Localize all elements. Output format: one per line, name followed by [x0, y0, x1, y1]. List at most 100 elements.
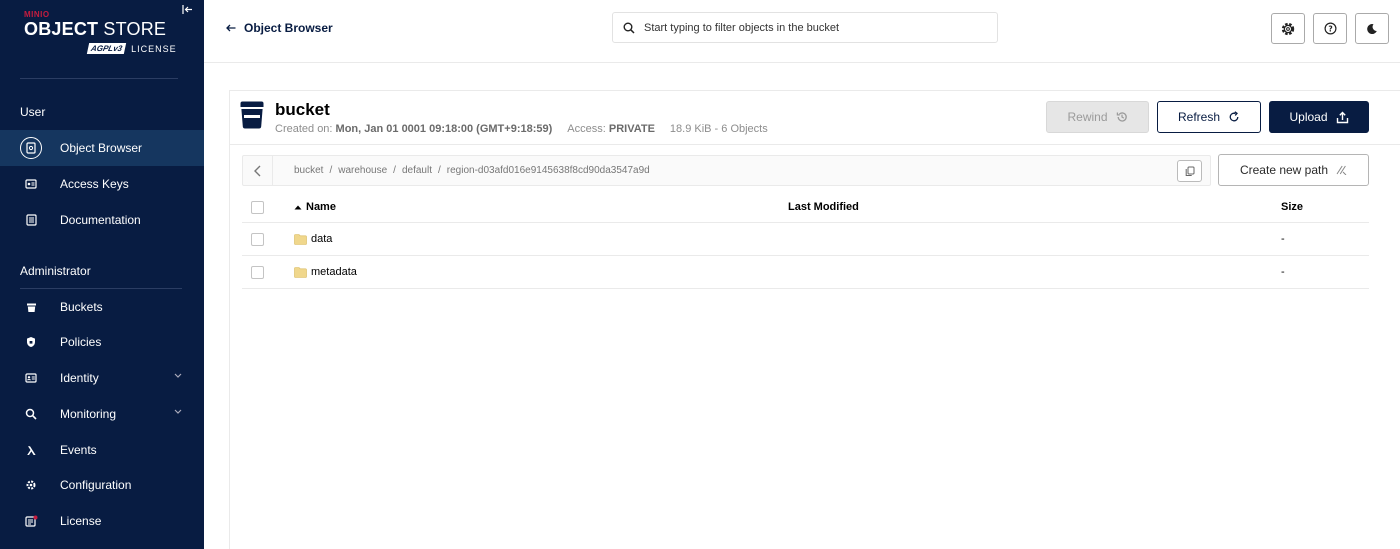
- breadcrumb-item[interactable]: warehouse: [338, 165, 387, 176]
- column-last-modified-header[interactable]: Last Modified: [788, 201, 859, 213]
- sidebar-item-license[interactable]: License: [0, 503, 204, 539]
- brand-name: MINIO: [24, 10, 50, 19]
- help-button[interactable]: ?: [1313, 13, 1347, 44]
- created-value: Mon, Jan 01 0001 09:18:00 (GMT+9:18:59): [335, 123, 553, 135]
- rewind-button[interactable]: Rewind: [1046, 101, 1149, 133]
- search-icon: [623, 22, 635, 34]
- objects-table: Name Last Modified Size data - metadata …: [242, 191, 1369, 289]
- sidebar-item-label: Identity: [60, 371, 99, 385]
- rewind-label: Rewind: [1067, 110, 1108, 124]
- object-name[interactable]: metadata: [294, 266, 357, 278]
- sidebar-item-policies[interactable]: Policies: [0, 324, 204, 360]
- sidebar-item-label: License: [60, 514, 102, 528]
- sidebar-item-identity[interactable]: Identity: [0, 360, 204, 396]
- object-filter[interactable]: [612, 12, 998, 43]
- new-path-icon: [1336, 165, 1347, 175]
- chevron-down-icon[interactable]: [174, 407, 182, 416]
- dark-mode-button[interactable]: [1355, 13, 1389, 44]
- bucket-stats: 18.9 KiB - 6 Objects: [669, 123, 768, 135]
- column-name-header[interactable]: Name: [294, 201, 336, 213]
- breadcrumb-separator: /: [329, 165, 333, 176]
- column-name-label: Name: [306, 201, 336, 213]
- license-label: LICENSE: [131, 43, 177, 54]
- copy-path-button[interactable]: [1177, 160, 1202, 182]
- sidebar-item-label: Events: [60, 443, 97, 457]
- bucket-icon: [240, 101, 264, 129]
- breadcrumb-separator: /: [437, 165, 441, 176]
- section-user: User: [20, 105, 46, 119]
- sidebar-item-configuration[interactable]: Configuration: [0, 467, 204, 503]
- bucket-meta: Created on: Mon, Jan 01 0001 09:18:00 (G…: [275, 123, 768, 135]
- bucket-icon: [20, 296, 42, 318]
- search-input[interactable]: [644, 21, 974, 34]
- gear-icon: [1281, 22, 1295, 35]
- copy-icon: [1185, 166, 1194, 176]
- object-name-label: data: [311, 233, 333, 245]
- sidebar-item-monitoring[interactable]: Monitoring: [0, 396, 204, 432]
- collapse-sidebar-icon[interactable]: [182, 4, 193, 18]
- sidebar-item-label: Access Keys: [60, 177, 129, 191]
- folder-icon: [294, 266, 307, 278]
- shield-icon: [20, 331, 42, 353]
- create-new-path-button[interactable]: Create new path: [1218, 154, 1369, 186]
- access-label: Access:: [567, 123, 606, 135]
- object-name-label: metadata: [311, 266, 357, 278]
- sidebar-item-documentation[interactable]: Documentation: [0, 202, 204, 238]
- product-name-light: STORE: [103, 19, 167, 39]
- sidebar-item-access-keys[interactable]: Access Keys: [0, 166, 204, 202]
- product-name-bold: OBJECT: [24, 19, 99, 39]
- upload-button[interactable]: Upload: [1269, 101, 1369, 133]
- help-icon: ?: [1323, 22, 1337, 35]
- sidebar-item-label: Configuration: [60, 478, 132, 492]
- gear-icon: [20, 474, 42, 496]
- column-size-header[interactable]: Size: [1281, 201, 1303, 213]
- sidebar: MINIO OBJECT STORE AGPLv3 LICENSE User O…: [0, 0, 204, 549]
- magnifier-icon: [20, 403, 42, 425]
- id-card-icon: [20, 367, 42, 389]
- table-header: Name Last Modified Size: [242, 191, 1369, 223]
- created-label: Created on:: [275, 123, 333, 135]
- row-checkbox[interactable]: [251, 266, 264, 279]
- select-all-checkbox[interactable]: [251, 201, 264, 214]
- moon-icon: [1367, 23, 1377, 34]
- back-link-label: Object Browser: [244, 21, 333, 35]
- row-checkbox[interactable]: [251, 233, 264, 246]
- history-icon: [1116, 112, 1127, 122]
- sidebar-item-label: Monitoring: [60, 407, 117, 421]
- sort-ascending-icon: [294, 205, 302, 209]
- document-icon: [20, 209, 42, 231]
- bucket-panel: bucket Created on: Mon, Jan 01 0001 09:1…: [229, 90, 1400, 549]
- sidebar-item-events[interactable]: Events: [0, 432, 204, 468]
- access-value: PRIVATE: [608, 123, 655, 135]
- refresh-button[interactable]: Refresh: [1157, 101, 1261, 133]
- sidebar-item-object-browser[interactable]: Object Browser: [0, 130, 204, 166]
- breadcrumb-item[interactable]: bucket: [294, 165, 323, 176]
- header-divider: [230, 144, 1400, 145]
- refresh-icon: [1229, 111, 1239, 122]
- refresh-label: Refresh: [1177, 110, 1221, 124]
- sidebar-item-buckets[interactable]: Buckets: [0, 289, 204, 325]
- settings-button[interactable]: [1271, 13, 1305, 44]
- breadcrumb-separator: /: [393, 165, 396, 176]
- upload-label: Upload: [1289, 110, 1328, 124]
- chevron-down-icon[interactable]: [174, 371, 182, 380]
- back-to-object-browser-link[interactable]: Object Browser: [226, 21, 333, 35]
- top-bar: Object Browser ?: [204, 0, 1400, 63]
- svg-text:?: ?: [1328, 24, 1332, 33]
- breadcrumb-back-button[interactable]: [243, 156, 273, 185]
- logo-divider: [20, 78, 178, 79]
- object-size: -: [1281, 233, 1285, 245]
- upload-icon: [1336, 111, 1348, 123]
- object-size: -: [1281, 266, 1285, 278]
- product-name: OBJECT STORE: [24, 20, 184, 38]
- bucket-name: bucket: [275, 100, 330, 119]
- license-mark: AGPLv3 LICENSE: [86, 43, 177, 54]
- sidebar-item-label: Documentation: [60, 213, 141, 227]
- table-row[interactable]: data -: [242, 223, 1369, 256]
- key-icon: [20, 173, 42, 195]
- breadcrumb-item[interactable]: default: [402, 165, 432, 176]
- section-administrator: Administrator: [20, 264, 91, 278]
- table-row[interactable]: metadata -: [242, 256, 1369, 289]
- object-name[interactable]: data: [294, 233, 332, 245]
- folder-icon: [294, 233, 307, 245]
